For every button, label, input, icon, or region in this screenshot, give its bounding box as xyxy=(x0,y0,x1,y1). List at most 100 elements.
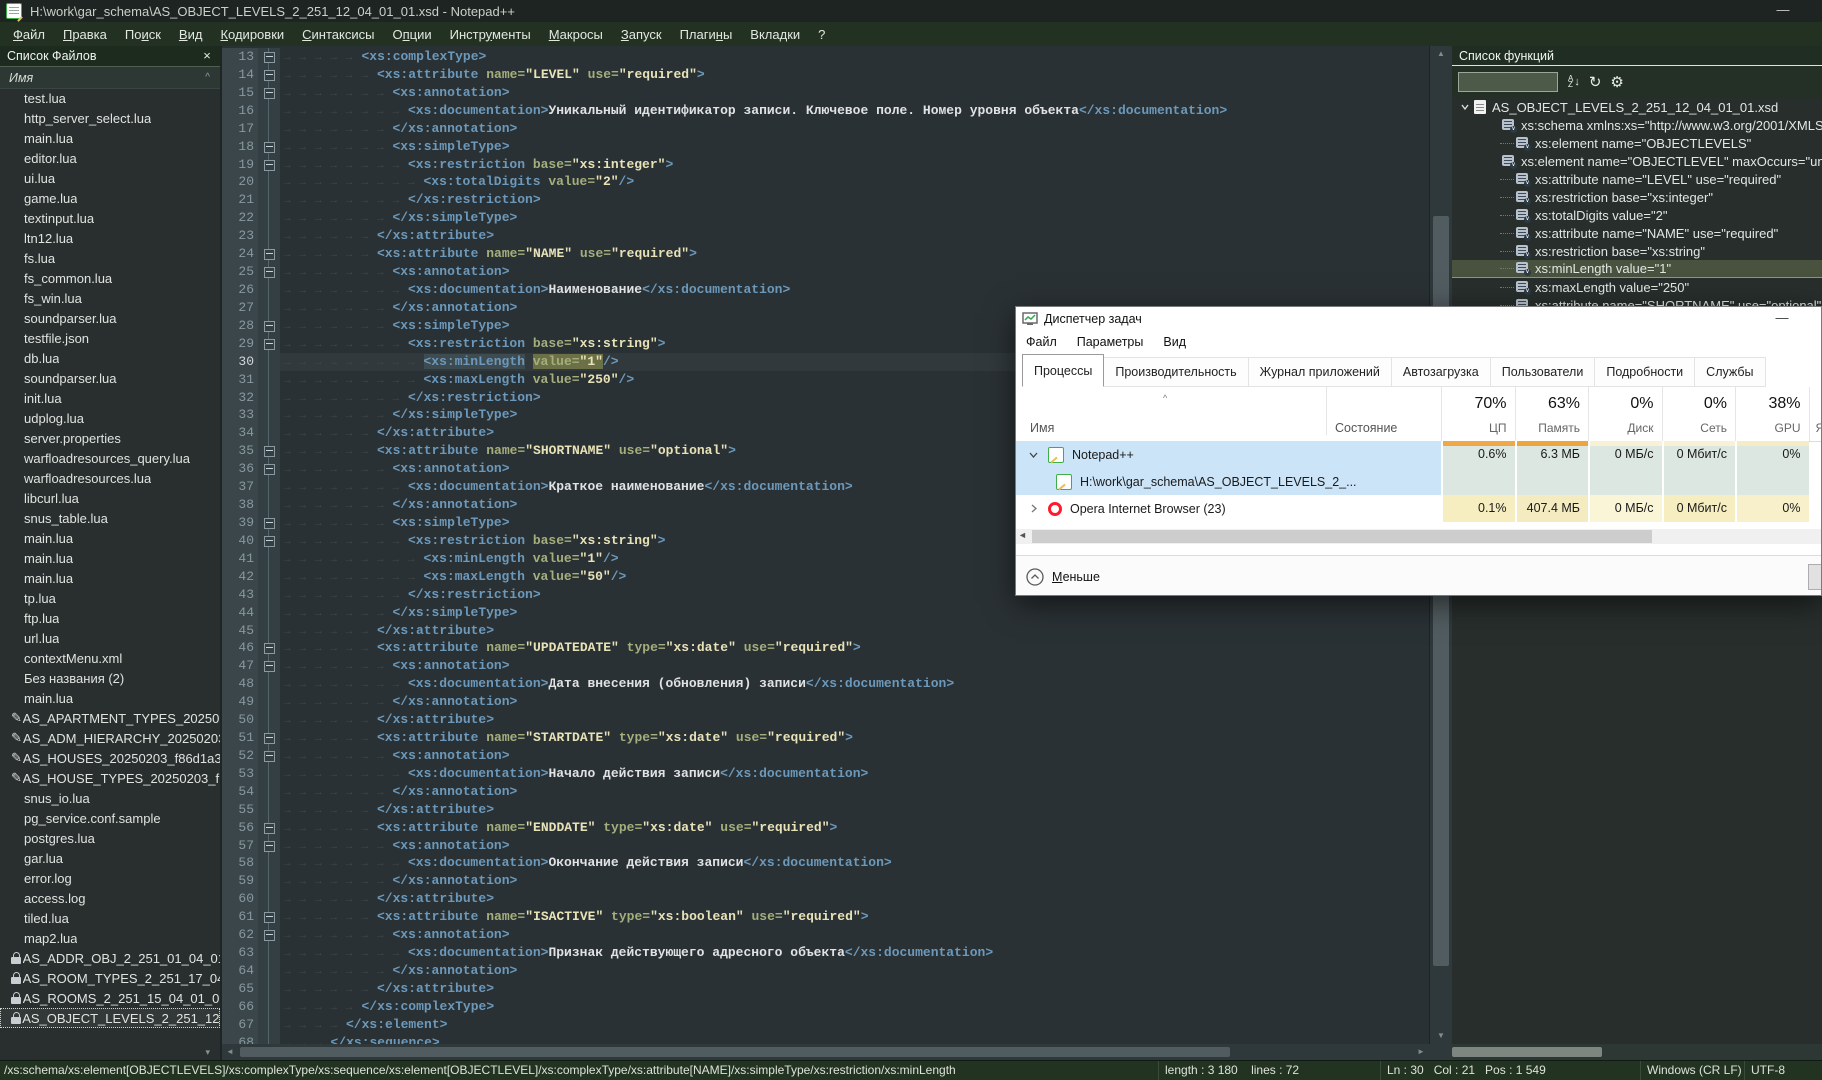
function-tree-item[interactable]: ∨ xs:maxLength value="250" xyxy=(1452,278,1822,296)
scroll-left-arrow-icon[interactable]: ◄ xyxy=(1018,530,1027,540)
file-list-item[interactable]: AS_ROOMS_2_251_15_04_01_01.... xyxy=(0,988,220,1008)
code-line[interactable]: 66 → → → → → </xs:complexType> xyxy=(222,997,1429,1016)
file-list-item[interactable]: textinput.lua xyxy=(0,208,220,228)
file-list-item[interactable]: snus_table.lua xyxy=(0,508,220,528)
file-list-item[interactable]: testfile.json xyxy=(0,328,220,348)
file-list-item[interactable]: fs_common.lua xyxy=(0,268,220,288)
code-line[interactable]: 56 → → → → → → <xs:attribute name="ENDDATE" typ… xyxy=(222,818,1429,837)
code-line[interactable]: 67 → → → → </xs:element> xyxy=(222,1015,1429,1034)
file-list-item[interactable]: http_server_select.lua xyxy=(0,108,220,128)
code-line[interactable]: 51 → → → → → → <xs:attribute name="STARTDATE" t… xyxy=(222,729,1429,747)
file-list-item[interactable]: ✎AS_APARTMENT_TYPES_2025020... xyxy=(0,708,220,728)
menu-item-инструменты[interactable]: Инструменты xyxy=(441,24,540,45)
fold-collapse-icon[interactable] xyxy=(264,643,275,655)
code-line[interactable]: 22 → → → → → → → </xs:simpleType> xyxy=(222,209,1429,228)
file-list-item[interactable]: test.lua xyxy=(0,88,220,108)
code-line[interactable]: 47 → → → → → → → <xs:annotation> xyxy=(222,657,1429,676)
tm-menu-item-параметры[interactable]: Параметры xyxy=(1067,335,1154,349)
file-list-item[interactable]: main.lua xyxy=(0,128,220,148)
file-list-item[interactable]: pg_service.conf.sample xyxy=(0,808,220,828)
file-list-item[interactable]: ftp.lua xyxy=(0,608,220,628)
code-line[interactable]: 61 → → → → → → <xs:attribute name="ISACTIVE" ty… xyxy=(222,908,1429,927)
file-list-name-column-header[interactable]: Имя ^ xyxy=(0,67,220,89)
fold-collapse-icon[interactable] xyxy=(264,87,275,99)
function-list-horizontal-scrollbar[interactable] xyxy=(1452,1044,1822,1060)
chevron-right-icon[interactable] xyxy=(1028,503,1042,514)
code-line[interactable]: 49 → → → → → → → </xs:annotation> xyxy=(222,693,1429,712)
code-line[interactable]: 60 → → → → → → </xs:attribute> xyxy=(222,890,1429,909)
menu-item-макросы[interactable]: Макросы xyxy=(540,24,612,45)
file-list-item[interactable]: warfloadresources.lua xyxy=(0,468,220,488)
fold-collapse-icon[interactable] xyxy=(264,517,275,529)
function-tree-item[interactable]: ∨ xs:minLength value="1" xyxy=(1452,260,1822,278)
file-list-item[interactable]: tp.lua xyxy=(0,588,220,608)
column-header-сеть[interactable]: 0% Сеть xyxy=(1661,387,1736,441)
gear-icon[interactable]: ⚙ xyxy=(1610,73,1623,91)
close-icon[interactable]: × xyxy=(198,48,216,64)
file-list-item[interactable]: ✎AS_HOUSE_TYPES_20250203_fb7... xyxy=(0,768,220,788)
code-line[interactable]: 15 → → → → → → → <xs:annotation> xyxy=(222,83,1429,102)
code-line[interactable]: 45 → → → → → → </xs:attribute> xyxy=(222,621,1429,640)
code-line[interactable]: 53 → → → → → → → → <xs:documentation>Начало дейст… xyxy=(222,764,1429,783)
function-tree-item[interactable]: ∨ xs:schema xmlns:xs="http://www.w3.org/2… xyxy=(1452,116,1822,134)
fold-collapse-icon[interactable] xyxy=(264,141,275,153)
task-manager-hscroll-thumb[interactable] xyxy=(1032,530,1652,543)
editor-hscroll-thumb[interactable] xyxy=(240,1047,1230,1057)
process-name-cell[interactable]: H:\work\gar_schema\AS_OBJECT_LEVELS_2_..… xyxy=(1016,468,1441,495)
column-header-память[interactable]: 63% Память xyxy=(1514,387,1589,441)
code-line[interactable]: 21 → → → → → → → → </xs:restriction> xyxy=(222,191,1429,210)
process-row[interactable]: Notepad++ 0.6% 6.3 МБ 0 МБ/с 0 Мбит/с 0% xyxy=(1016,441,1821,468)
function-tree-item[interactable]: ∨ xs:totalDigits value="2" xyxy=(1452,206,1822,224)
tm-tab-производительность[interactable]: Производительность xyxy=(1104,357,1249,387)
menu-item-синтаксисы[interactable]: Синтаксисы xyxy=(293,24,383,45)
file-list-item[interactable]: map2.lua xyxy=(0,928,220,948)
fold-collapse-icon[interactable] xyxy=(264,320,275,332)
file-list-item[interactable]: game.lua xyxy=(0,188,220,208)
file-list-item[interactable]: fs_win.lua xyxy=(0,288,220,308)
menu-item-правка[interactable]: Правка xyxy=(54,24,116,45)
code-line[interactable]: 17 → → → → → → → </xs:annotation> xyxy=(222,119,1429,138)
minimize-button[interactable]: — xyxy=(1768,0,1798,22)
column-header-name[interactable]: Имя xyxy=(1030,421,1054,435)
code-line[interactable]: 25 → → → → → → → <xs:annotation> xyxy=(222,263,1429,281)
file-list-item[interactable]: snus_io.lua xyxy=(0,788,220,808)
column-header-яд[interactable]: Яд xyxy=(1808,387,1821,441)
fold-collapse-icon[interactable] xyxy=(264,446,275,458)
statusbar-cursor-position[interactable]: Ln : 30 Col : 21 Pos : 1 549 xyxy=(1380,1061,1640,1080)
file-list-item[interactable]: ui.lua xyxy=(0,168,220,188)
tm-menu-item-файл[interactable]: Файл xyxy=(1016,335,1067,349)
file-list-item[interactable]: fs.lua xyxy=(0,248,220,268)
statusbar-eol-format[interactable]: Windows (CR LF) xyxy=(1640,1061,1744,1080)
file-list-item[interactable]: url.lua xyxy=(0,628,220,648)
fold-collapse-icon[interactable] xyxy=(264,267,275,279)
function-list-caption[interactable]: Список функций xyxy=(1452,46,1822,66)
fold-collapse-icon[interactable] xyxy=(264,52,275,63)
file-list-item[interactable]: gar.lua xyxy=(0,848,220,868)
menu-item-вкладки[interactable]: Вкладки xyxy=(741,24,809,45)
file-list-item[interactable]: access.log xyxy=(0,888,220,908)
fold-collapse-icon[interactable] xyxy=(264,912,275,924)
reload-icon[interactable]: ↻ xyxy=(1589,73,1602,91)
function-tree-item[interactable]: ∨ xs:attribute name="NAME" use="required" xyxy=(1452,224,1822,242)
file-list-panel-caption[interactable]: Список Файлов × xyxy=(0,46,220,67)
fold-collapse-icon[interactable] xyxy=(264,535,275,547)
column-header-диск[interactable]: 0% Диск xyxy=(1588,387,1662,441)
menu-item-плагины[interactable]: Плагины xyxy=(671,24,742,45)
code-line[interactable]: 46 → → → → → → <xs:attribute name="UPDATEDATE" … xyxy=(222,639,1429,658)
menu-item-запуск[interactable]: Запуск xyxy=(612,24,671,45)
statusbar-doc-size[interactable]: length : 3 180 lines : 72 xyxy=(1158,1061,1380,1080)
file-list-item[interactable]: AS_ADDR_OBJ_2_251_01_04_01_... xyxy=(0,948,220,968)
function-tree-item[interactable]: ∨ xs:restriction base="xs:integer" xyxy=(1452,188,1822,206)
fold-collapse-icon[interactable] xyxy=(264,733,275,745)
fold-collapse-icon[interactable] xyxy=(264,464,275,476)
fold-collapse-icon[interactable] xyxy=(264,338,275,350)
tm-tab-пользователи[interactable]: Пользователи xyxy=(1490,357,1596,387)
code-line[interactable]: 19 → → → → → → → → <xs:restriction base="xs:integ… xyxy=(222,155,1429,174)
fewer-details-button[interactable]: Меньше xyxy=(1026,568,1100,586)
sort-icon[interactable]: AZ ↓ xyxy=(1558,75,1580,89)
code-line[interactable]: 58 → → → → → → → → <xs:documentation>Окончание де… xyxy=(222,854,1429,873)
fold-collapse-icon[interactable] xyxy=(264,661,275,673)
file-list-item[interactable]: main.lua xyxy=(0,528,220,548)
scroll-down-arrow-icon[interactable]: ▼ xyxy=(1430,1028,1452,1044)
file-list-item[interactable]: AS_ROOM_TYPES_2_251_17_04_... xyxy=(0,968,220,988)
